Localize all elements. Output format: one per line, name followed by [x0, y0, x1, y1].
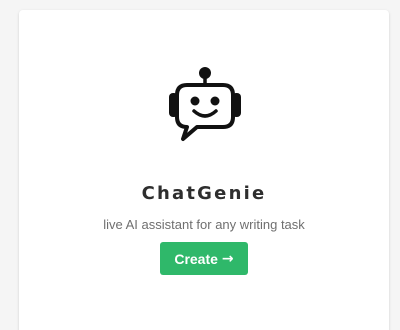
page: ChatGenie live AI assistant for any writ… — [0, 0, 400, 330]
arrow-right-icon: → — [221, 250, 234, 267]
create-button[interactable]: Create → — [160, 242, 248, 275]
app-subtitle: live AI assistant for any writing task — [103, 217, 305, 232]
create-button-label: Create — [174, 250, 218, 267]
app-title: ChatGenie — [141, 183, 267, 204]
chat-robot-icon — [169, 67, 241, 141]
app-card: ChatGenie live AI assistant for any writ… — [19, 10, 389, 330]
